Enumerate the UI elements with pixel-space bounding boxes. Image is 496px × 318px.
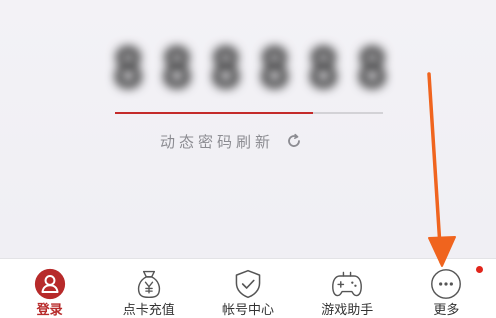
shield-check-icon[interactable]: [230, 268, 266, 300]
password-digit: 8: [209, 37, 243, 100]
bottom-nav: 登录 点卡充值 帐号中心 游戏助手 更多: [0, 258, 496, 318]
password-digit: 8: [258, 37, 291, 100]
password-digit: 8: [160, 37, 194, 100]
nav-label-login: 登录: [36, 303, 63, 318]
nav-item-card-recharge[interactable]: 点卡充值: [99, 259, 198, 318]
nav-item-login[interactable]: 登录: [0, 259, 99, 318]
money-bag-icon[interactable]: [131, 268, 167, 300]
notification-badge: [476, 266, 484, 273]
dynamic-password-panel: 8 8 8 8 8 8: [104, 26, 396, 112]
nav-item-account-center[interactable]: 帐号中心: [198, 259, 297, 318]
password-countdown-bar: [115, 112, 383, 114]
nav-item-more[interactable]: 更多: [397, 259, 496, 318]
password-digit: 8: [112, 37, 145, 100]
gamepad-icon[interactable]: [329, 268, 365, 300]
refresh-password-button[interactable]: 动态密码刷新: [160, 130, 302, 152]
user-icon[interactable]: [32, 268, 68, 300]
screen: 8 8 8 8 8 8 动态密码刷新 登录 点卡充值 帐号中心 游戏助手 更多: [0, 0, 496, 318]
nav-label-card-recharge: 点卡充值: [122, 303, 175, 318]
password-countdown-fill: [115, 112, 314, 114]
refresh-password-label: 动态密码刷新: [160, 132, 275, 151]
nav-label-account-center: 帐号中心: [222, 303, 275, 318]
nav-label-game-assistant: 游戏助手: [321, 303, 374, 318]
refresh-icon[interactable]: [286, 133, 302, 149]
nav-label-more: 更多: [433, 303, 460, 318]
password-digit: 8: [355, 37, 389, 100]
dynamic-password-code: 8 8 8 8 8 8: [112, 34, 389, 104]
nav-item-game-assistant[interactable]: 游戏助手: [298, 259, 397, 318]
password-digit: 8: [307, 37, 340, 100]
more-icon[interactable]: [428, 268, 464, 300]
